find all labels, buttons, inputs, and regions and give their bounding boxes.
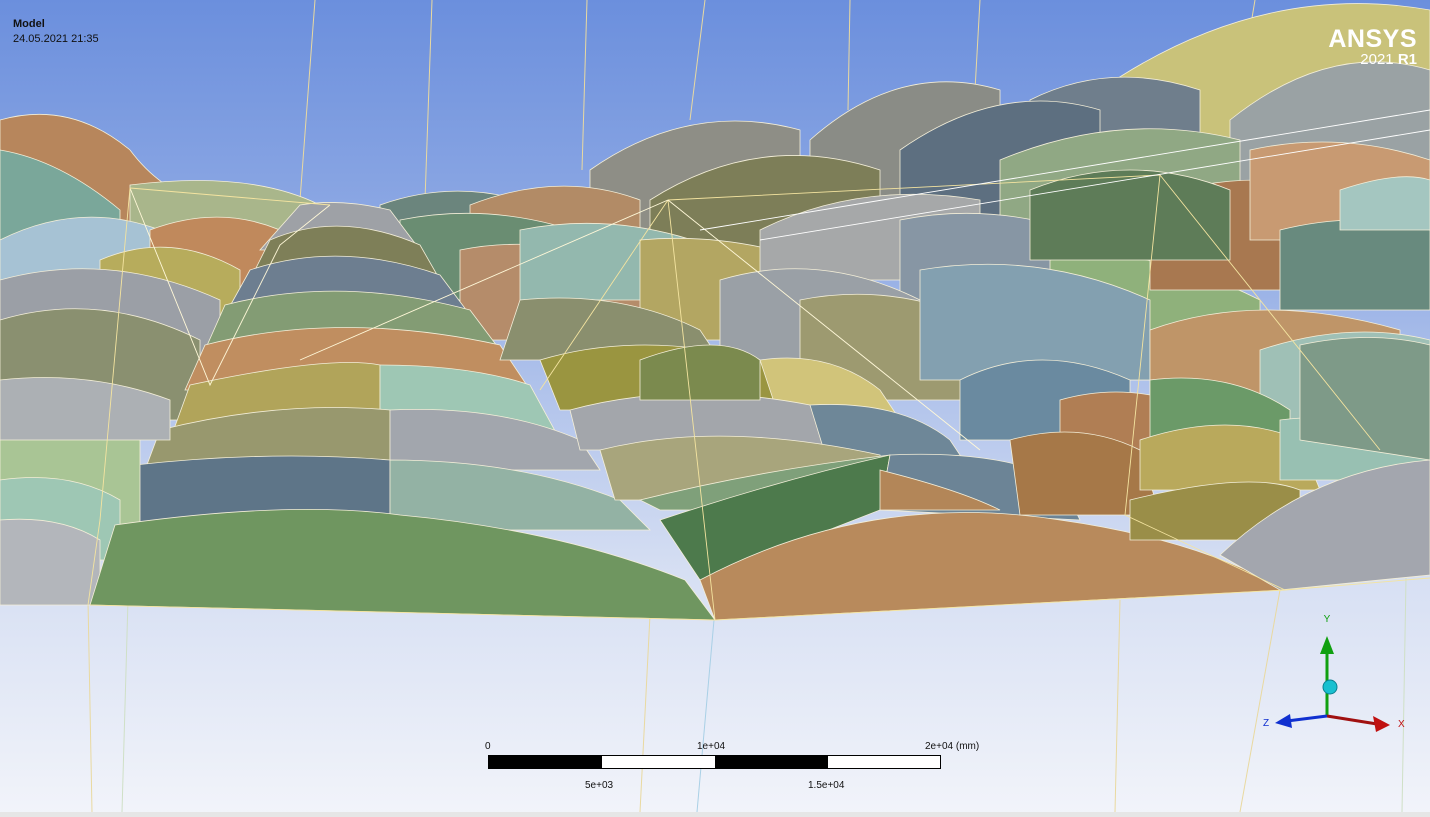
x-arrow-head-icon [1373, 716, 1390, 732]
ansys-logo: ANSYS 2021 R1 [1328, 26, 1417, 68]
y-axis-label: Y [1324, 614, 1331, 625]
scale-label-1e4: 1e+04 [697, 741, 726, 752]
x-axis-label: X [1398, 719, 1405, 730]
logo-brand: ANSYS [1328, 25, 1417, 53]
viewport-bottom-border [0, 812, 1430, 817]
z-axis-label: Z [1263, 718, 1269, 729]
origin-sphere-icon [1322, 679, 1338, 695]
scale-segment [715, 756, 828, 768]
graphics-viewport[interactable]: Model 24.05.2021 21:35 ANSYS 2021 R1 0 1… [0, 0, 1430, 817]
z-arrow-head-icon [1275, 714, 1292, 728]
scale-bar-track [488, 755, 941, 769]
model-timestamp: 24.05.2021 21:35 [13, 33, 99, 45]
logo-release: R1 [1397, 51, 1417, 68]
scale-label-2e4: 2e+04 (mm) [925, 741, 980, 752]
scale-segment [489, 756, 602, 768]
scale-label-5e3: 5e+03 [585, 780, 614, 791]
model-geometry-view[interactable] [0, 0, 1430, 817]
y-arrow-head-icon [1320, 636, 1334, 654]
z-axis-arrow [1286, 714, 1328, 723]
scale-bar: 0 1e+04 2e+04 (mm) 5e+03 1.5e+04 [485, 741, 1008, 801]
axis-triad[interactable]: Y X Z [1255, 608, 1415, 738]
model-title: Model [13, 18, 45, 30]
model-header: Model 24.05.2021 21:35 [13, 17, 99, 47]
x-axis-arrow [1326, 714, 1378, 726]
scale-label-0: 0 [485, 741, 491, 752]
logo-version: 2021 R1 [1328, 52, 1417, 68]
scale-label-1-5e4: 1.5e+04 [808, 780, 845, 791]
logo-year: 2021 [1360, 51, 1394, 68]
